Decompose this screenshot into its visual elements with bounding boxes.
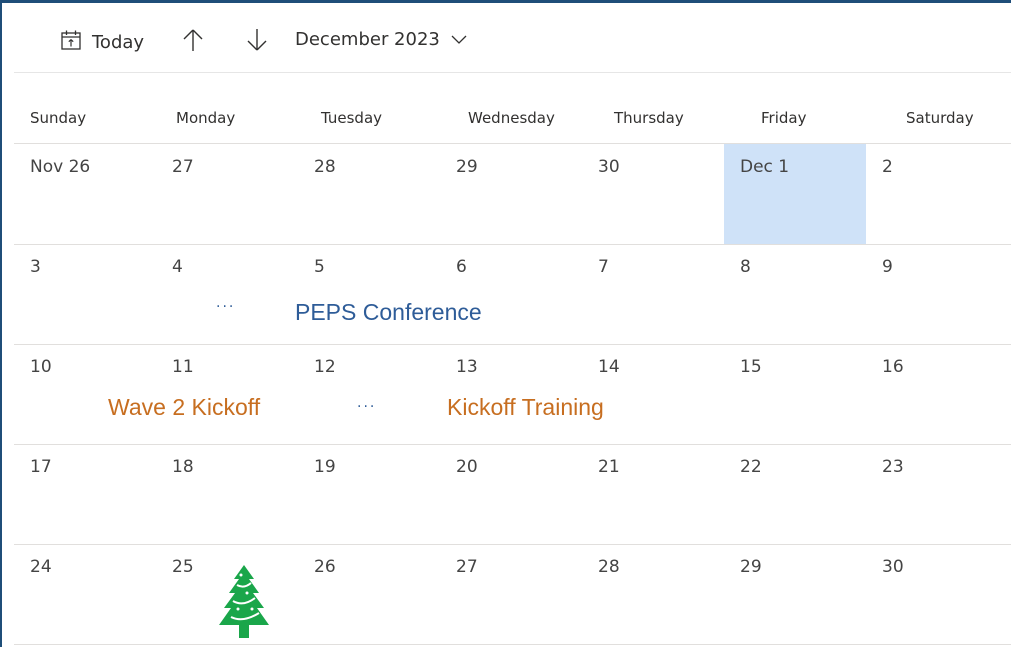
day-number: 29: [456, 157, 478, 177]
previous-period-button[interactable]: [180, 26, 206, 58]
more-events-indicator[interactable]: ···: [357, 399, 376, 415]
more-events-indicator[interactable]: ···: [216, 299, 235, 315]
day-number: 3: [30, 257, 41, 277]
christmas-tree-icon[interactable]: [217, 563, 271, 643]
day-cell[interactable]: 26: [298, 544, 440, 644]
weekday-friday: Friday: [761, 109, 807, 127]
day-number: 5: [314, 257, 325, 277]
day-cell[interactable]: 19: [298, 444, 440, 544]
calendar-toolbar: Today December 2023: [14, 4, 1011, 73]
day-cell[interactable]: 9: [866, 244, 1008, 344]
weekday-tuesday: Tuesday: [321, 109, 383, 127]
day-cell[interactable]: 28: [298, 144, 440, 244]
event-wave-2-kickoff[interactable]: Wave 2 Kickoff: [108, 394, 260, 421]
week-row: 3 4 5 6 7 8 9 ··· PEPS Conference: [14, 244, 1011, 345]
weekday-saturday: Saturday: [906, 109, 974, 127]
day-number: Dec 1: [740, 157, 790, 177]
day-cell[interactable]: 3: [14, 244, 156, 344]
window-frame-left: [0, 0, 2, 647]
day-number: 11: [172, 357, 194, 377]
event-kickoff-training[interactable]: Kickoff Training: [447, 394, 604, 421]
day-cell[interactable]: 12: [298, 344, 440, 444]
day-number: 28: [314, 157, 336, 177]
arrow-down-icon: [244, 29, 270, 58]
arrow-up-icon: [180, 29, 206, 58]
week-row: Nov 26 27 28 29 30 Dec 1 2: [14, 144, 1011, 245]
day-cell[interactable]: 30: [866, 544, 1008, 644]
day-number: 30: [882, 557, 904, 577]
day-number: 2: [882, 157, 893, 177]
day-number: 30: [598, 157, 620, 177]
today-label: Today: [92, 31, 145, 53]
day-number: 8: [740, 257, 751, 277]
day-cell[interactable]: 4: [156, 244, 298, 344]
day-number: 20: [456, 457, 478, 477]
month-picker-button[interactable]: December 2023: [295, 29, 468, 50]
day-number: Nov 26: [30, 157, 91, 177]
day-cell-today[interactable]: Dec 1: [724, 144, 866, 244]
day-cell[interactable]: 15: [724, 344, 866, 444]
day-cell[interactable]: 18: [156, 444, 298, 544]
day-number: 12: [314, 357, 336, 377]
day-number: 6: [456, 257, 467, 277]
day-number: 24: [30, 557, 52, 577]
day-cell[interactable]: 5: [298, 244, 440, 344]
today-button[interactable]: Today: [60, 29, 144, 55]
day-number: 29: [740, 557, 762, 577]
calendar-today-icon: [60, 29, 82, 55]
day-cell[interactable]: 21: [582, 444, 724, 544]
day-number: 23: [882, 457, 904, 477]
day-number: 25: [172, 557, 194, 577]
day-cell[interactable]: 6: [440, 244, 582, 344]
week-row: 24 25 26 27 28 29 30: [14, 544, 1011, 645]
chevron-down-icon: [440, 30, 468, 49]
day-number: 27: [456, 557, 478, 577]
day-cell[interactable]: 23: [866, 444, 1008, 544]
day-number: 16: [882, 357, 904, 377]
day-number: 7: [598, 257, 609, 277]
day-number: 18: [172, 457, 194, 477]
day-cell[interactable]: 28: [582, 544, 724, 644]
day-number: 9: [882, 257, 893, 277]
week-row: 17 18 19 20 21 22 23: [14, 444, 1011, 545]
weekday-monday: Monday: [176, 109, 236, 127]
day-cell[interactable]: 16: [866, 344, 1008, 444]
day-cell[interactable]: 8: [724, 244, 866, 344]
day-cell[interactable]: 20: [440, 444, 582, 544]
week-row: 10 11 12 13 14 15 16 Wave 2 Kickoff ··· …: [14, 344, 1011, 445]
day-cell[interactable]: 30: [582, 144, 724, 244]
day-number: 15: [740, 357, 762, 377]
day-number: 28: [598, 557, 620, 577]
next-period-button[interactable]: [244, 26, 270, 58]
day-cell[interactable]: 24: [14, 544, 156, 644]
day-cell[interactable]: 7: [582, 244, 724, 344]
day-number: 22: [740, 457, 762, 477]
day-number: 13: [456, 357, 478, 377]
weekday-sunday: Sunday: [30, 109, 87, 127]
window-frame-top: [0, 0, 1011, 3]
weekday-wednesday: Wednesday: [468, 109, 555, 127]
day-number: 10: [30, 357, 52, 377]
day-number: 14: [598, 357, 620, 377]
day-cell[interactable]: 29: [724, 544, 866, 644]
day-number: 4: [172, 257, 183, 277]
month-label: December 2023: [295, 29, 440, 50]
day-number: 26: [314, 557, 336, 577]
day-cell[interactable]: 29: [440, 144, 582, 244]
day-cell[interactable]: 2: [866, 144, 1008, 244]
day-cell[interactable]: 22: [724, 444, 866, 544]
day-cell[interactable]: Nov 26: [14, 144, 156, 244]
day-number: 19: [314, 457, 336, 477]
day-number: 17: [30, 457, 52, 477]
day-number: 21: [598, 457, 620, 477]
day-cell[interactable]: 27: [156, 144, 298, 244]
day-number: 27: [172, 157, 194, 177]
event-peps-conference[interactable]: PEPS Conference: [295, 299, 482, 326]
weekday-thursday: Thursday: [614, 109, 684, 127]
day-cell[interactable]: 27: [440, 544, 582, 644]
day-cell[interactable]: 17: [14, 444, 156, 544]
weekday-header: Sunday Monday Tuesday Wednesday Thursday…: [14, 96, 1011, 144]
